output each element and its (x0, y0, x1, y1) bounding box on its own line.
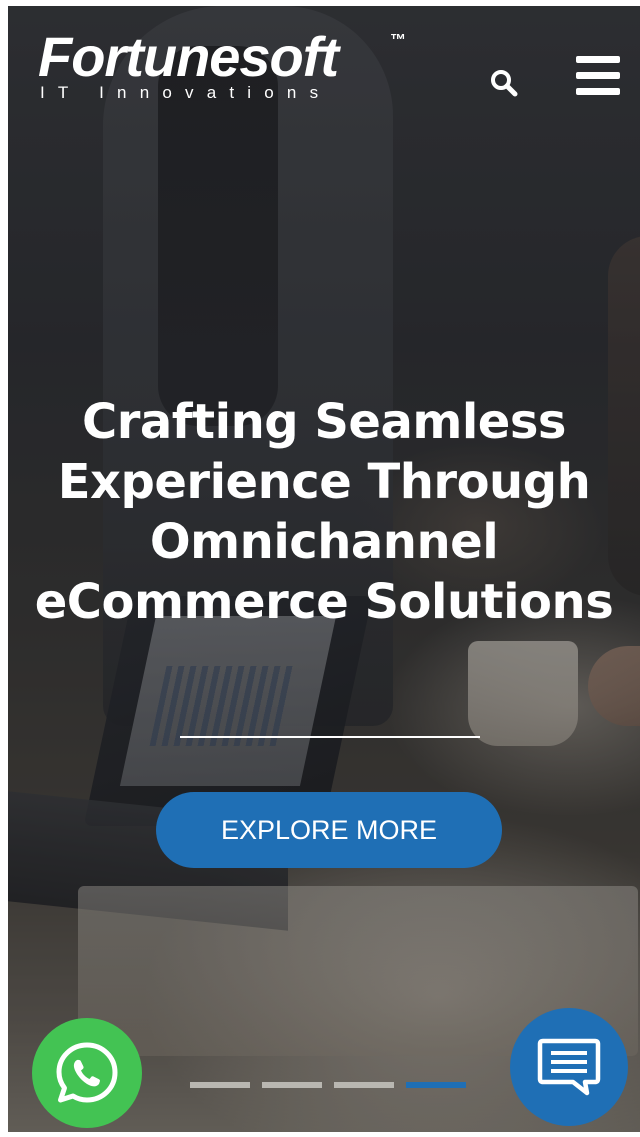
menu-button[interactable] (574, 54, 622, 98)
explore-more-button[interactable]: EXPLORE MORE (156, 792, 502, 868)
carousel-indicators (190, 1082, 470, 1090)
carousel-dot-2[interactable] (262, 1082, 322, 1088)
chat-message-icon (537, 1038, 601, 1096)
menu-bar-bottom (576, 88, 620, 95)
hero-headline-line: eCommerce Solutions (34, 574, 614, 630)
whatsapp-icon (56, 1042, 118, 1103)
whatsapp-button[interactable] (32, 1018, 142, 1128)
search-button[interactable] (484, 63, 524, 103)
hero-headline: Crafting Seamless Experience Through Omn… (8, 392, 640, 632)
logo-trademark: ™ (390, 32, 406, 49)
brand-logo[interactable]: Fortunesoft ™ IT Innovations (38, 25, 406, 102)
carousel-dot-1[interactable] (190, 1082, 250, 1088)
search-icon (491, 70, 518, 97)
menu-bar-top (576, 56, 620, 63)
carousel-dot-4[interactable] (406, 1082, 466, 1088)
hero-divider (180, 736, 480, 738)
logo-wordmark: Fortunesoft (38, 25, 339, 88)
hero-headline-line: Crafting Seamless (82, 394, 567, 450)
logo-tagline: IT Innovations (40, 83, 332, 102)
chat-button[interactable] (510, 1008, 628, 1126)
page: Fortunesoft ™ IT Innovations Crafting Se… (0, 0, 640, 1137)
menu-bar-middle (576, 72, 620, 79)
carousel-dot-3[interactable] (334, 1082, 394, 1088)
hero-headline-line: Omnichannel (149, 514, 499, 570)
hero-headline-line: Experience Through (57, 454, 591, 510)
